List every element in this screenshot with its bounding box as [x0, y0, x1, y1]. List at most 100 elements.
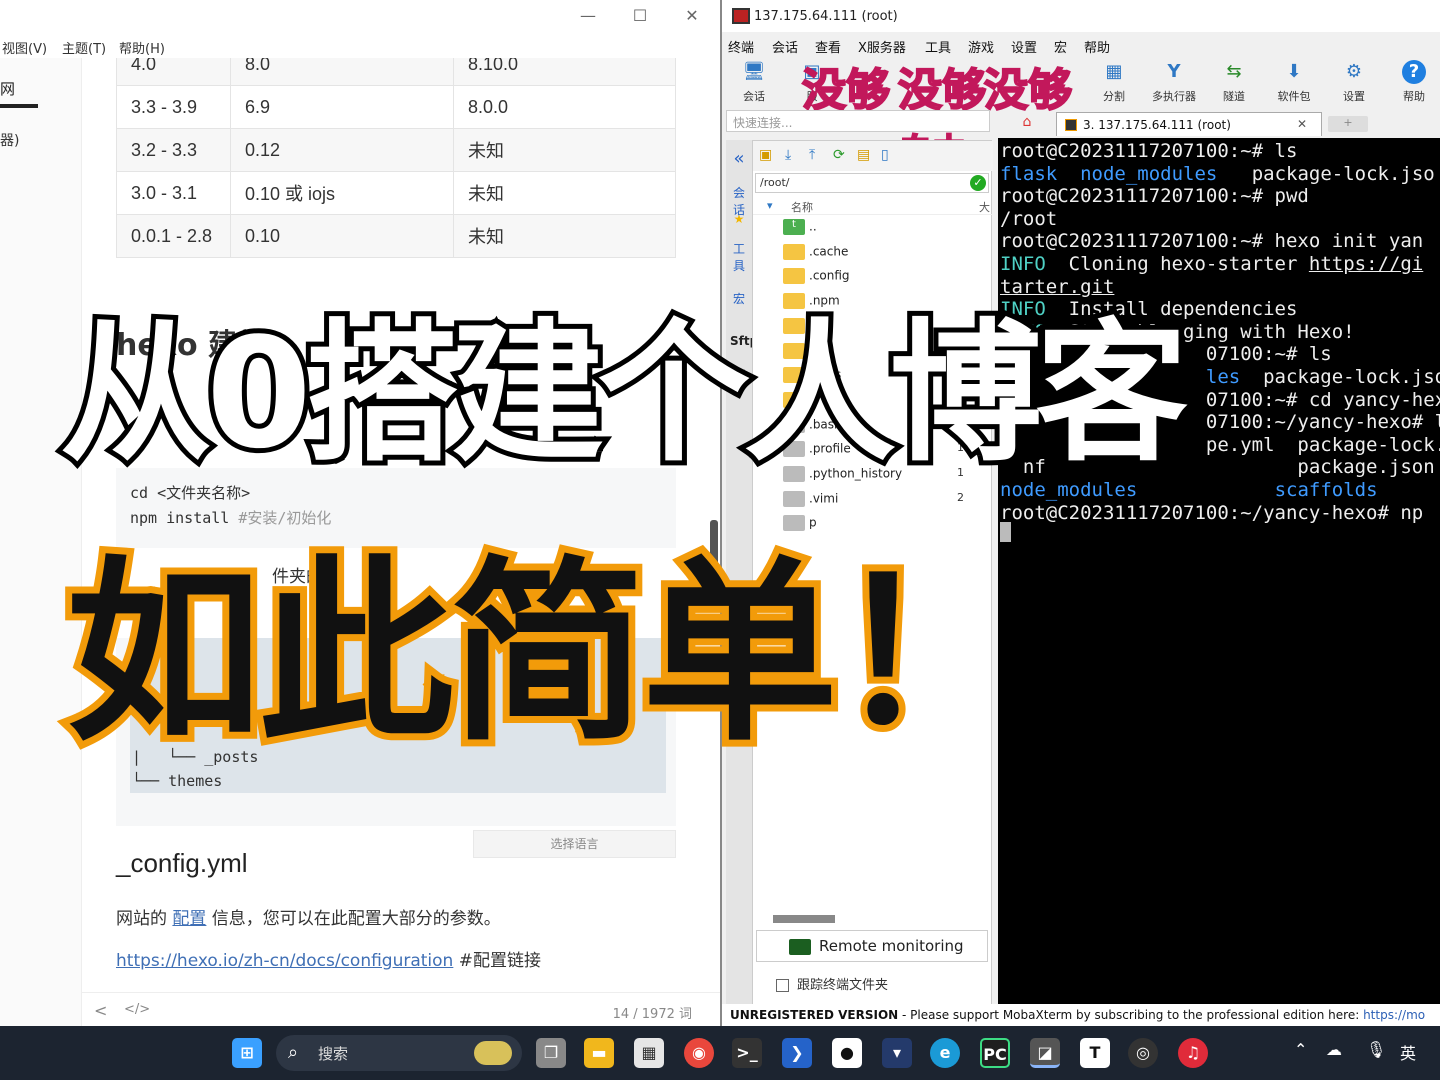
menu-terminal[interactable]: 终端 [728, 37, 754, 56]
taskbar-search[interactable]: ⌕ 搜索 [276, 1035, 522, 1071]
code-comment: #安装/初始化 [238, 509, 332, 527]
refresh-icon[interactable]: ⟳ [833, 147, 845, 163]
download-icon[interactable]: ⤓ [785, 147, 791, 163]
sort-icon: ▾ [767, 199, 773, 212]
file-row[interactable]: t.. [783, 219, 817, 241]
source-mode-icon[interactable]: </> [124, 1002, 150, 1017]
input-language[interactable]: 英 [1400, 1040, 1416, 1064]
pycharm-icon[interactable]: PC [980, 1038, 1010, 1068]
remote-monitoring-button[interactable]: Remote monitoring [756, 930, 988, 962]
help-button[interactable]: ? 帮助 [1386, 60, 1440, 104]
word-count: 14 / 1972 词 [612, 1007, 692, 1022]
obs-icon[interactable]: ◎ [1128, 1038, 1158, 1068]
paragraph-link: https://hexo.io/zh-cn/docs/configuration… [116, 946, 541, 971]
new-file-icon[interactable]: ▯ [881, 147, 889, 163]
new-folder-icon[interactable]: ▤ [857, 147, 870, 163]
name-column-header[interactable]: 名称 [791, 199, 813, 215]
tab-ssh-session[interactable]: 3. 137.175.64.111 (root) ✕ [1056, 112, 1322, 136]
menu-help[interactable]: 帮助 [1084, 37, 1110, 56]
app-icon[interactable]: ▾ [882, 1038, 912, 1068]
powershell-icon[interactable]: ❯ [782, 1038, 812, 1068]
language-select[interactable]: 选择语言 [473, 830, 676, 858]
terminal-output[interactable]: root@C20231117207100:~# ls flask node_mod… [998, 138, 1440, 1004]
tools-tab[interactable]: 工具 [730, 240, 748, 274]
window-title: 137.175.64.111 (root) [754, 9, 898, 24]
qq-icon[interactable]: ● [832, 1038, 862, 1068]
star-icon[interactable]: ★ [730, 212, 748, 226]
typora-icon[interactable]: T [1080, 1038, 1110, 1068]
path-text: /root/ [760, 176, 790, 189]
config-link[interactable]: 配置 [172, 909, 206, 929]
table-cell: 8.10.0 [453, 58, 676, 86]
chrome-icon[interactable]: ◉ [684, 1038, 714, 1068]
follow-label: 跟踪终端文件夹 [797, 978, 889, 993]
close-tab-icon[interactable]: ✕ [1297, 117, 1307, 131]
terminal-text: package-lock.jso [1240, 366, 1440, 388]
upload-icon[interactable]: ⤒ [809, 147, 815, 163]
file-row[interactable]: .vimi 2 [783, 490, 964, 513]
menu-view[interactable]: 视图(V) [2, 38, 47, 57]
table-cell: 0.10 [230, 214, 454, 258]
collapse-icon[interactable]: « [730, 148, 748, 169]
sidebar-tab[interactable]: 网 [0, 78, 15, 99]
code-text: npm install [130, 509, 239, 527]
sidebar-outline-item[interactable]: 器) [0, 130, 19, 150]
follow-terminal-folder[interactable]: 跟踪终端文件夹 [776, 974, 888, 993]
session-icon: 🖥 [742, 61, 766, 82]
new-tab-button[interactable]: + [1328, 116, 1368, 132]
settings-button[interactable]: ⚙ 设置 [1326, 60, 1382, 104]
home-tab-icon[interactable]: ⌂ [1012, 114, 1042, 134]
network-icon[interactable]: ☁ [1326, 1040, 1342, 1059]
packages-button[interactable]: ⬇ 软件包 [1266, 60, 1322, 104]
folder-up-icon[interactable]: ▣ [759, 147, 772, 163]
remote-path-field[interactable]: /root/ ✓ [755, 173, 989, 193]
editor-menubar: 视图(V) 主题(T) 帮助(H) [0, 34, 720, 58]
file-row[interactable]: .cache [783, 243, 848, 266]
store-icon[interactable]: ▦ [634, 1038, 664, 1068]
code-text: cd <文件夹名称> [130, 484, 251, 502]
sticker-text: 没够 [897, 64, 987, 117]
task-view-icon[interactable]: ❐ [536, 1038, 566, 1068]
file-explorer-icon[interactable]: ▬ [584, 1038, 614, 1068]
edge-icon[interactable]: e [930, 1038, 960, 1068]
menu-help[interactable]: 帮助(H) [119, 38, 165, 57]
maximize-button[interactable]: ☐ [620, 4, 660, 28]
terminal-line: root@C20231117207100:~# pwd [1000, 185, 1309, 207]
file-row[interactable]: p [783, 515, 817, 537]
mobaxterm-icon[interactable]: ◪ [1030, 1038, 1060, 1068]
banner-link[interactable]: https://mo [1363, 1008, 1425, 1022]
table-cell: 未知 [453, 171, 676, 215]
menu-session[interactable]: 会话 [772, 37, 798, 56]
terminal-line: root@C20231117207100:~/yancy-hexo# np [1000, 502, 1423, 524]
tunnel-button[interactable]: ⇆ 隧道 [1206, 60, 1262, 104]
netease-music-icon[interactable]: ♫ [1178, 1038, 1208, 1068]
multiexec-button[interactable]: Y 多执行器 [1146, 60, 1202, 104]
search-highlight-icon [474, 1041, 512, 1065]
terminal-icon[interactable]: >_ [732, 1038, 762, 1068]
terminal-line: root@C20231117207100:~# hexo init yan [1000, 230, 1423, 252]
follow-checkbox[interactable] [776, 979, 789, 992]
table-cell: 4.0 [116, 58, 231, 86]
menu-theme[interactable]: 主题(T) [62, 38, 106, 57]
horizontal-scrollbar[interactable] [773, 915, 835, 923]
folder-icon [783, 268, 805, 285]
terminal-text: root@C20231117207100:~# hexo init yan [1000, 230, 1424, 253]
configuration-url-link[interactable]: https://hexo.io/zh-cn/docs/configuration [116, 951, 453, 971]
chevron-up-icon[interactable]: ⌃ [1294, 1040, 1307, 1059]
text: 网站的 [116, 909, 173, 929]
microphone-icon[interactable]: 🎙 [1366, 1040, 1386, 1059]
back-icon[interactable]: < [94, 1001, 107, 1020]
size-column-header[interactable]: 大 [979, 199, 990, 215]
monitor-icon [789, 939, 811, 955]
session-button[interactable]: 🖥 会话 [726, 60, 782, 104]
terminal-line: /root [1000, 208, 1057, 230]
banner-text: - Please support MobaXterm by subscribin… [898, 1008, 1364, 1022]
close-button[interactable]: ✕ [672, 4, 712, 28]
start-icon[interactable]: ⊞ [232, 1038, 262, 1068]
file-size: 2 [957, 490, 964, 504]
toolbar-label: 帮助 [1403, 90, 1425, 103]
minimize-button[interactable]: — [568, 4, 608, 28]
split-button[interactable]: ▦ 分割 [1086, 60, 1142, 104]
file-row[interactable]: .config [783, 268, 850, 290]
